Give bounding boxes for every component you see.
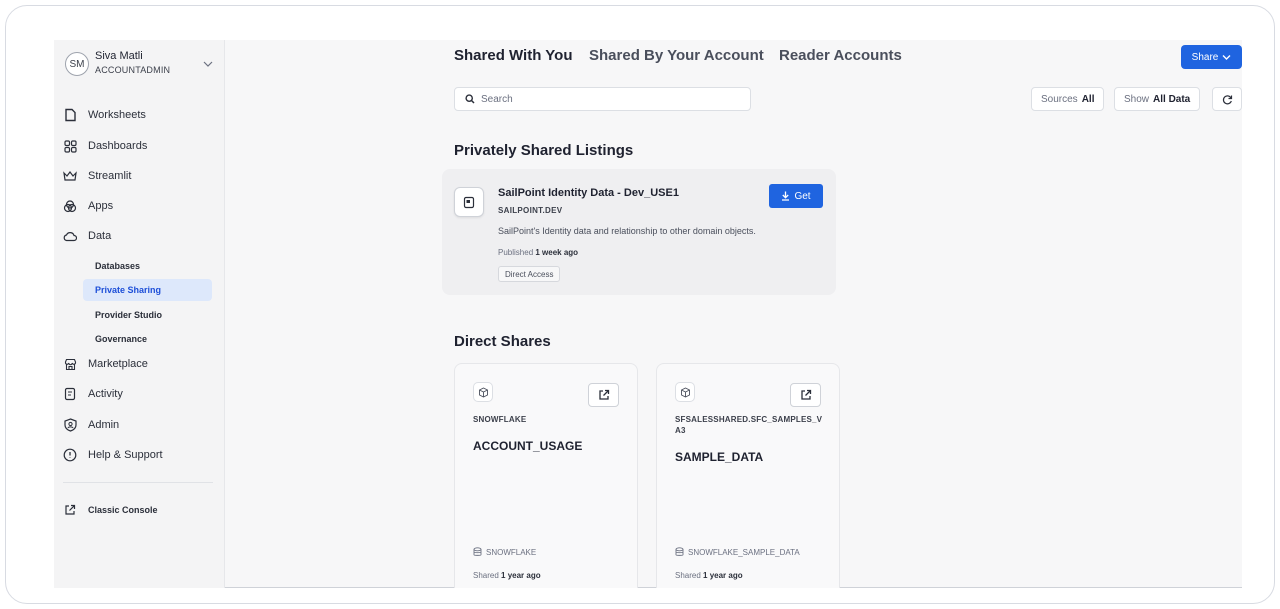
sidebar-item-admin[interactable]: Admin bbox=[63, 414, 213, 436]
sidebar-item-databases[interactable]: Databases bbox=[83, 255, 212, 277]
open-share-button[interactable] bbox=[588, 383, 619, 407]
tab-shared-by-your-account[interactable]: Shared By Your Account bbox=[589, 47, 764, 64]
sidebar-item-label: Help & Support bbox=[88, 449, 163, 461]
section-title-direct-shares: Direct Shares bbox=[454, 333, 551, 350]
share-database: SNOWFLAKE_SAMPLE_DATA bbox=[675, 547, 800, 557]
sidebar-item-label: Streamlit bbox=[88, 170, 132, 182]
listing-title: SailPoint Identity Data - Dev_USE1 bbox=[498, 187, 679, 199]
window-frame: SM Siva Matli ACCOUNTADMIN Worksheets Da… bbox=[5, 5, 1275, 604]
chevron-down-icon bbox=[203, 61, 213, 67]
user-role: ACCOUNTADMIN bbox=[95, 65, 171, 75]
search-icon bbox=[465, 94, 475, 104]
sidebar-item-label: Data bbox=[88, 230, 112, 242]
sidebar-item-label: Admin bbox=[88, 419, 120, 431]
search-placeholder: Search bbox=[481, 93, 513, 105]
user-name: Siva Matli bbox=[95, 50, 143, 62]
tab-shared-with-you[interactable]: Shared With You bbox=[454, 47, 572, 64]
apps-icon bbox=[63, 199, 77, 213]
sidebar-item-marketplace[interactable]: Marketplace bbox=[63, 353, 213, 375]
sidebar-item-data[interactable]: Data bbox=[63, 225, 213, 247]
sidebar-item-label: Classic Console bbox=[88, 505, 158, 515]
sidebar-item-dashboards[interactable]: Dashboards bbox=[63, 135, 213, 157]
search-input[interactable]: Search bbox=[454, 87, 751, 111]
share-name: ACCOUNT_USAGE bbox=[473, 439, 583, 453]
chevron-down-icon bbox=[1222, 54, 1231, 60]
listing-card[interactable]: SailPoint Identity Data - Dev_USE1 SAILP… bbox=[442, 169, 836, 295]
cube-icon bbox=[675, 382, 695, 402]
cloud-icon bbox=[63, 229, 77, 243]
sources-filter-value: All bbox=[1081, 93, 1095, 105]
sidebar-item-governance[interactable]: Governance bbox=[83, 328, 212, 350]
sidebar-item-activity[interactable]: Activity bbox=[63, 383, 213, 405]
streamlit-icon bbox=[63, 169, 77, 183]
sidebar-item-help[interactable]: Help & Support bbox=[63, 444, 213, 466]
sidebar-item-apps[interactable]: Apps bbox=[63, 195, 213, 217]
storefront-icon bbox=[63, 357, 77, 371]
sidebar: SM Siva Matli ACCOUNTADMIN Worksheets Da… bbox=[54, 40, 225, 588]
help-icon bbox=[63, 448, 77, 462]
direct-share-card[interactable]: SNOWFLAKE ACCOUNT_USAGE SNOWFLAKE Shared… bbox=[454, 363, 638, 588]
listing-published: Published 1 week ago bbox=[498, 248, 578, 257]
avatar: SM bbox=[65, 52, 89, 76]
listing-description: SailPoint's Identity data and relationsh… bbox=[498, 226, 756, 236]
sidebar-item-provider-studio[interactable]: Provider Studio bbox=[83, 304, 212, 326]
listing-icon bbox=[454, 187, 484, 217]
refresh-icon bbox=[1222, 94, 1232, 104]
sidebar-item-label: Marketplace bbox=[88, 358, 148, 370]
share-date: Shared 1 year ago bbox=[675, 571, 743, 580]
share-button[interactable]: Share bbox=[1181, 45, 1242, 69]
shield-icon bbox=[63, 418, 77, 432]
dashboard-icon bbox=[63, 139, 77, 153]
sidebar-item-label: Worksheets bbox=[88, 109, 146, 121]
share-provider: SFSALESSHARED.SFC_SAMPLES_VA3 bbox=[675, 415, 823, 435]
show-filter[interactable]: Show All Data bbox=[1114, 87, 1201, 111]
sidebar-divider bbox=[63, 482, 213, 483]
database-icon bbox=[473, 547, 482, 556]
shared-value: 1 year ago bbox=[703, 571, 743, 580]
app-container: SM Siva Matli ACCOUNTADMIN Worksheets Da… bbox=[54, 40, 1242, 588]
sources-filter-label: Sources bbox=[1041, 93, 1078, 105]
cube-icon bbox=[473, 382, 493, 402]
show-filter-label: Show bbox=[1124, 93, 1150, 105]
share-database: SNOWFLAKE bbox=[473, 547, 536, 557]
external-link-icon bbox=[598, 389, 609, 400]
sources-filter[interactable]: Sources All bbox=[1031, 87, 1105, 111]
share-database-name: SNOWFLAKE bbox=[486, 547, 537, 557]
external-link-icon bbox=[800, 389, 811, 400]
access-badge: Direct Access bbox=[498, 266, 561, 282]
sidebar-item-label: Apps bbox=[88, 200, 114, 212]
sidebar-item-worksheets[interactable]: Worksheets bbox=[63, 104, 213, 126]
download-icon bbox=[782, 191, 790, 201]
share-date: Shared 1 year ago bbox=[473, 571, 541, 580]
shared-label: Shared bbox=[473, 571, 499, 580]
tab-reader-accounts[interactable]: Reader Accounts bbox=[779, 47, 902, 64]
activity-icon bbox=[63, 387, 77, 401]
sidebar-item-label: Dashboards bbox=[88, 140, 148, 152]
published-value: 1 week ago bbox=[535, 248, 579, 257]
sidebar-item-private-sharing[interactable]: Private Sharing bbox=[83, 279, 212, 301]
get-button[interactable]: Get bbox=[769, 184, 823, 208]
user-menu[interactable]: SM Siva Matli ACCOUNTADMIN bbox=[63, 48, 218, 82]
share-button-label: Share bbox=[1191, 51, 1219, 63]
get-button-label: Get bbox=[794, 190, 811, 202]
share-name: SAMPLE_DATA bbox=[675, 450, 764, 464]
share-provider: SNOWFLAKE bbox=[473, 415, 527, 424]
worksheet-icon bbox=[63, 108, 77, 122]
external-link-icon bbox=[63, 503, 77, 517]
sidebar-item-classic-console[interactable]: Classic Console bbox=[63, 499, 213, 521]
section-title-private-listings: Privately Shared Listings bbox=[454, 142, 634, 159]
refresh-button[interactable] bbox=[1212, 87, 1242, 111]
direct-share-card[interactable]: SFSALESSHARED.SFC_SAMPLES_VA3 SAMPLE_DAT… bbox=[656, 363, 840, 588]
shared-label: Shared bbox=[675, 571, 701, 580]
open-share-button[interactable] bbox=[790, 383, 821, 407]
share-database-name: SNOWFLAKE_SAMPLE_DATA bbox=[688, 547, 800, 557]
published-label: Published bbox=[498, 248, 534, 257]
sidebar-item-label: Activity bbox=[88, 388, 123, 400]
sidebar-item-streamlit[interactable]: Streamlit bbox=[63, 165, 213, 187]
listing-provider: SAILPOINT.DEV bbox=[498, 206, 563, 215]
shared-value: 1 year ago bbox=[501, 571, 541, 580]
show-filter-value: All Data bbox=[1153, 93, 1191, 105]
database-icon bbox=[675, 547, 684, 556]
